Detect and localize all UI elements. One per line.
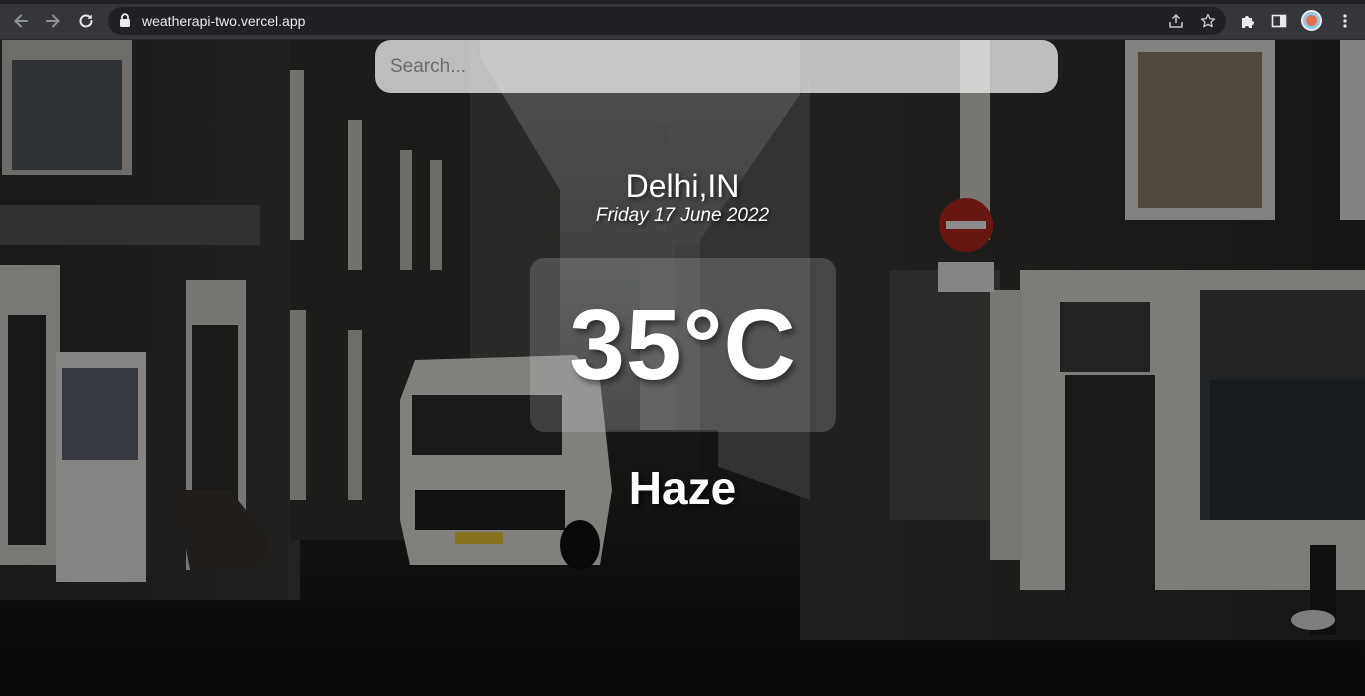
reload-button[interactable] (74, 9, 98, 33)
browser-toolbar: weatherapi-two.vercel.app (0, 0, 1365, 40)
side-panel-button[interactable] (1267, 9, 1291, 33)
temperature-card: 35°C (530, 258, 836, 432)
puzzle-icon (1242, 16, 1254, 28)
kebab-menu-icon (1343, 14, 1347, 28)
browser-menu-button[interactable] (1333, 9, 1357, 33)
city-name: Delhi,IN (625, 168, 740, 204)
tab-strip-edge (0, 0, 1365, 4)
weather-condition: Haze (628, 462, 737, 514)
weather-app-page: Delhi,IN Friday 17 June 2022 35°C Haze (0, 40, 1365, 696)
profile-avatar[interactable] (1301, 10, 1322, 31)
back-button[interactable] (9, 9, 33, 33)
address-url[interactable]: weatherapi-two.vercel.app (142, 13, 305, 29)
back-arrow-icon (14, 14, 28, 28)
temperature-value: 35°C (569, 289, 797, 401)
avatar-image (1306, 15, 1317, 26)
forward-button[interactable] (41, 9, 65, 33)
side-panel-icon (1271, 14, 1287, 28)
lock-icon[interactable] (119, 13, 131, 28)
reload-icon (79, 14, 93, 28)
address-bar[interactable]: weatherapi-two.vercel.app (108, 7, 1226, 35)
share-button[interactable] (1166, 12, 1186, 30)
share-icon (1169, 13, 1183, 28)
extensions-button[interactable] (1236, 9, 1260, 33)
search-box[interactable] (375, 40, 1058, 93)
bookmark-button[interactable] (1198, 12, 1218, 30)
star-icon (1200, 13, 1216, 28)
current-date: Friday 17 June 2022 (595, 205, 770, 226)
forward-arrow-icon (46, 14, 60, 28)
city-search-input[interactable] (375, 40, 1058, 93)
